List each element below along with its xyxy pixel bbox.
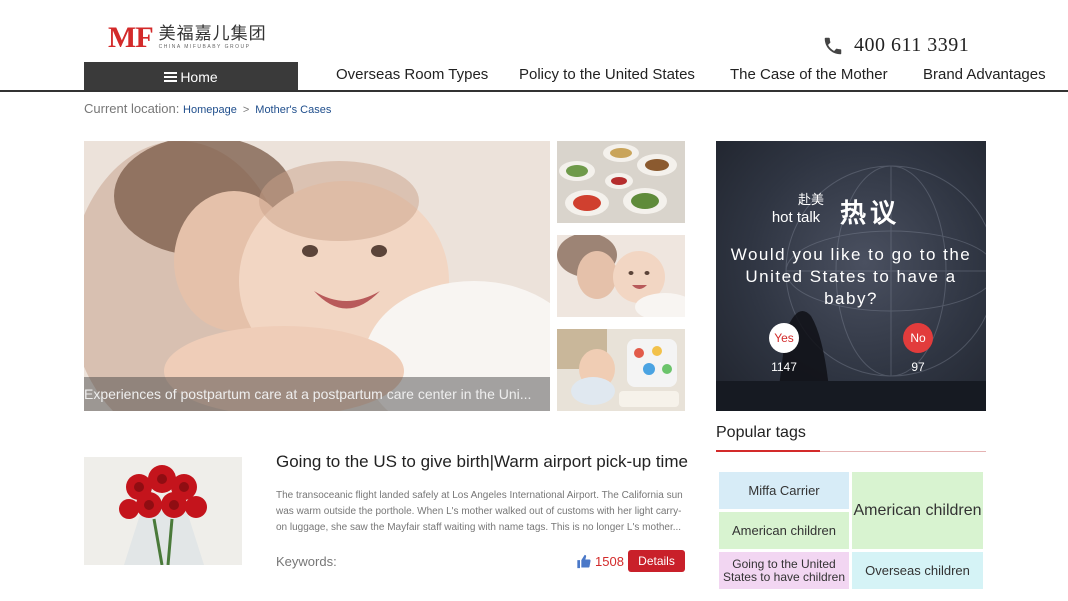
hero-caption: Experiences of postpartum care at a post… bbox=[84, 377, 550, 411]
hot-talk-small-en: hot talk bbox=[771, 209, 821, 226]
thumbnail-food[interactable] bbox=[557, 141, 685, 223]
thumbs-up-icon bbox=[577, 554, 591, 569]
tag-going-us-children[interactable]: Going to the United States to have child… bbox=[719, 552, 849, 589]
likes-count: 1508 bbox=[595, 554, 624, 569]
thumbnail-baby-toys[interactable] bbox=[557, 329, 685, 411]
breadcrumb: Current location: Homepage > Mother's Case… bbox=[84, 101, 331, 116]
nav-brand-advantages[interactable]: Brand Advantages bbox=[923, 66, 1046, 83]
tag-american-children[interactable]: American children bbox=[719, 512, 849, 549]
hot-talk-big-title: 热议 bbox=[840, 199, 901, 229]
thumbnail-mother-baby[interactable] bbox=[557, 235, 685, 317]
popular-tags-title: Popular tags bbox=[716, 424, 806, 441]
article-thumbnail[interactable] bbox=[84, 457, 242, 565]
breadcrumb-homepage[interactable]: Homepage bbox=[183, 104, 237, 116]
hero-photo bbox=[84, 141, 550, 411]
article-likes[interactable]: 1508 bbox=[576, 554, 624, 569]
hot-talk-small: 赴美 hot talk bbox=[772, 191, 825, 227]
breadcrumb-prefix: Current location: bbox=[84, 101, 180, 116]
tag-overseas-children[interactable]: Overseas children bbox=[852, 552, 983, 589]
logo-mark: MF bbox=[108, 21, 154, 54]
food-photo bbox=[557, 141, 685, 223]
nav-policy-us[interactable]: Policy to the United States bbox=[519, 66, 695, 83]
article-excerpt: The transoceanic flight landed safely at… bbox=[276, 490, 683, 533]
tag-american-children-large[interactable]: American children bbox=[852, 472, 983, 549]
phone-icon bbox=[824, 37, 842, 54]
logo-chinese-name: 美福嘉儿集团 bbox=[158, 24, 267, 44]
details-button[interactable]: Details bbox=[628, 550, 685, 572]
phone-number: 400 611 3391 bbox=[854, 34, 970, 56]
hot-talk-poll: 赴美 hot talk 热议 Would you like to go to t… bbox=[716, 141, 986, 411]
vote-no-count: 97 bbox=[911, 360, 925, 374]
breadcrumb-mothers-cases[interactable]: Mother's Cases bbox=[255, 104, 331, 116]
menu-icon bbox=[164, 71, 178, 82]
nav-divider bbox=[0, 90, 1068, 92]
vote-no-button[interactable]: No bbox=[903, 323, 933, 353]
tag-miffa-carrier[interactable]: Miffa Carrier bbox=[719, 472, 849, 509]
hot-talk-question: Would you like to go to the United State… bbox=[730, 245, 972, 308]
hot-talk-small-cn: 赴美 bbox=[798, 192, 825, 207]
article-keywords-label: Keywords: bbox=[276, 554, 337, 569]
vote-yes-button[interactable]: Yes bbox=[769, 323, 799, 353]
mother-baby-photo bbox=[557, 235, 685, 317]
roses-photo bbox=[84, 457, 242, 565]
nav-home-label: Home bbox=[180, 68, 218, 85]
vote-yes-count: 1147 bbox=[771, 360, 797, 374]
nav-overseas-room-types[interactable]: Overseas Room Types bbox=[336, 66, 488, 83]
logo-english-name: CHINA MIFUBABY GROUP bbox=[158, 44, 251, 50]
breadcrumb-separator: > bbox=[242, 104, 250, 116]
nav-mother-cases[interactable]: The Case of the Mother bbox=[730, 66, 888, 83]
article-title[interactable]: Going to the US to give birth|Warm airpo… bbox=[276, 452, 688, 472]
brand-logo[interactable]: MF 美福嘉儿集团 CHINA MIFUBABY GROUP bbox=[108, 21, 267, 54]
phone-contact: 400 611 3391 bbox=[822, 34, 969, 57]
hero-slide[interactable]: Experiences of postpartum care at a post… bbox=[84, 141, 550, 411]
popular-tags-underline bbox=[716, 450, 986, 452]
nav-home[interactable]: Home bbox=[84, 62, 298, 91]
baby-toys-photo bbox=[557, 329, 685, 411]
